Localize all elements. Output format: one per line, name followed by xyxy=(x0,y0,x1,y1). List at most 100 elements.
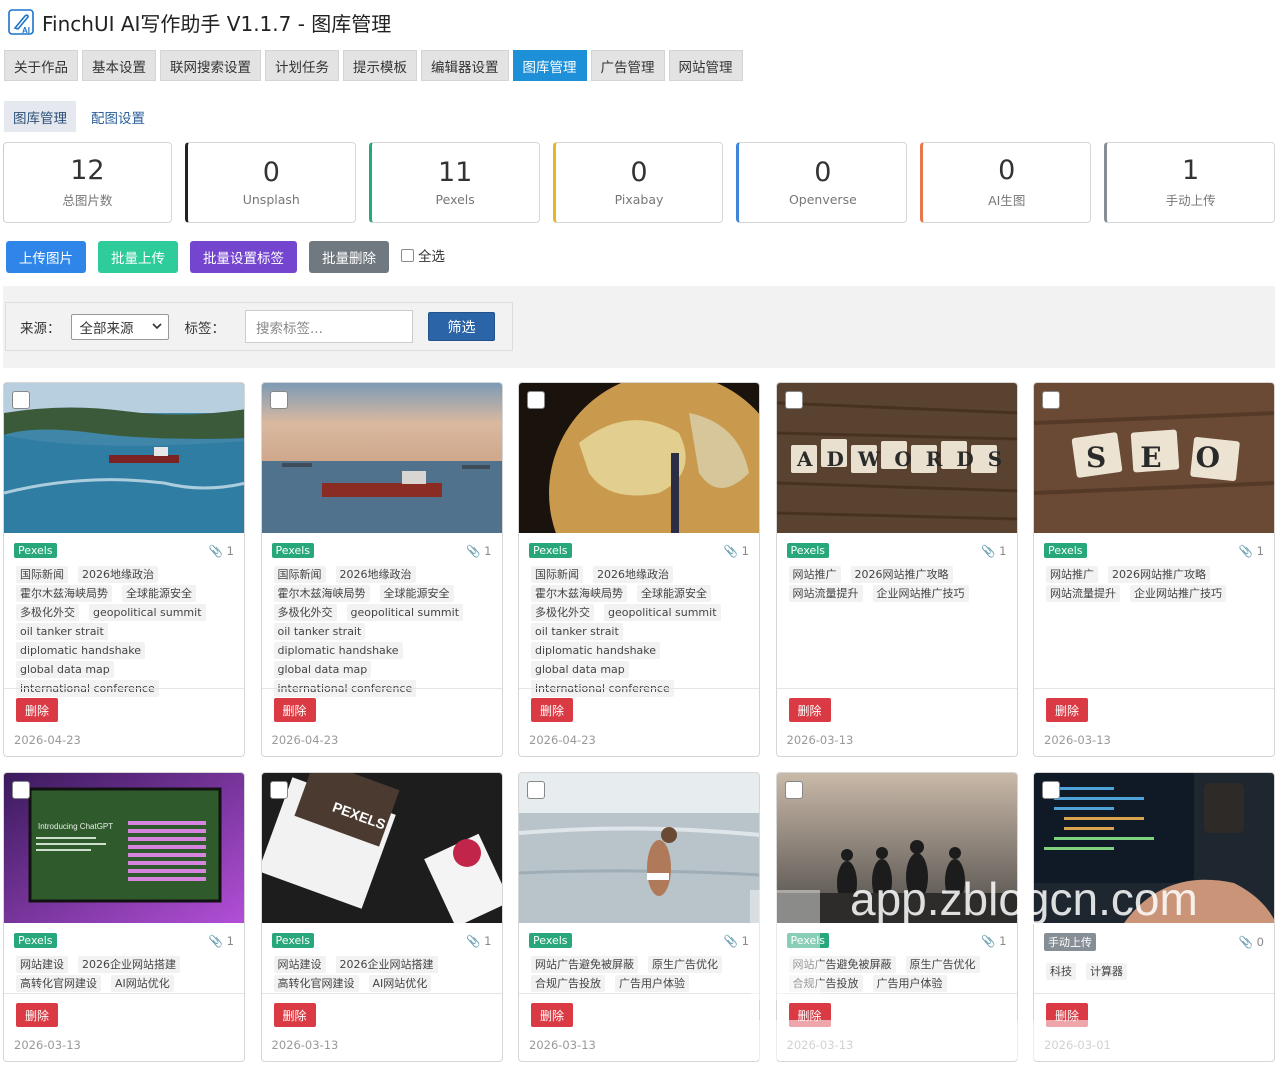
tag: 网站流量提升 xyxy=(788,585,863,602)
tab-prompt-templates[interactable]: 提示模板 xyxy=(343,50,417,81)
stat-ai-image: 0 AI生图 xyxy=(920,142,1092,223)
image-card: Pexels 📎 1 国际新闻 2026地缘政治 霍尔木兹海峡局势 全球能源安全… xyxy=(518,382,760,757)
tag: 国际新闻 xyxy=(16,566,68,583)
image-card: Pexels 📎 1 国际新闻 2026地缘政治 霍尔木兹海峡局势 全球能源安全… xyxy=(260,382,503,757)
delete-button[interactable]: 删除 xyxy=(273,698,316,722)
stats-row: 12 总图片数 0 Unsplash 11 Pexels 0 Pixabay 0… xyxy=(3,142,1276,223)
tag-list: 国际新闻 2026地缘政治 霍尔木兹海峡局势 全球能源安全 多极化外交 geop… xyxy=(519,558,759,697)
image-grid: Pexels 📎 1 国际新闻 2026地缘政治 霍尔木兹海峡局势 全球能源安全… xyxy=(3,382,1275,1062)
stat-number: 1 xyxy=(1181,155,1200,187)
usage-count: 📎 1 xyxy=(209,544,234,558)
delete-button[interactable]: 删除 xyxy=(16,1003,59,1027)
filter-button[interactable]: 筛选 xyxy=(428,312,495,341)
tab-schedule[interactable]: 计划任务 xyxy=(265,50,339,81)
batch-delete-button[interactable]: 批量删除 xyxy=(309,241,389,273)
card-image[interactable] xyxy=(261,383,502,533)
sub-tabs: 图库管理 配图设置 xyxy=(4,101,154,132)
card-image[interactable] xyxy=(1034,773,1274,923)
card-meta: Pexels 📎 1 xyxy=(262,923,502,948)
paperclip-icon: 📎 xyxy=(466,543,481,558)
stat-manual-upload: 1 手动上传 xyxy=(1104,142,1276,223)
card-footer: 删除 2026-03-13 xyxy=(776,993,1017,1061)
tag: geopolitical summit xyxy=(346,604,464,621)
tab-about[interactable]: 关于作品 xyxy=(4,50,78,81)
subtab-gallery[interactable]: 图库管理 xyxy=(4,101,76,132)
stat-label: 手动上传 xyxy=(1165,192,1216,208)
select-all[interactable]: 全选 xyxy=(401,245,445,265)
tag: geopolitical summit xyxy=(89,604,206,621)
tag: 网站推广 xyxy=(788,566,841,583)
card-checkbox[interactable] xyxy=(269,781,288,799)
tag-list: 网站建设 2026企业网站搭建 高转化官网建设 AI网站优化 xyxy=(262,948,502,992)
card-meta: Pexels 📎 1 xyxy=(777,533,1017,558)
card-checkbox[interactable] xyxy=(784,781,803,799)
card-image[interactable]: ADWORDS xyxy=(776,383,1017,533)
upload-image-button[interactable]: 上传图片 xyxy=(6,241,86,273)
source-badge: Pexels xyxy=(14,543,57,558)
tag-search-input[interactable]: 搜索标签... xyxy=(245,310,413,343)
card-image[interactable]: PEXELS xyxy=(261,773,502,923)
delete-button[interactable]: 删除 xyxy=(1046,698,1089,722)
source-select[interactable]: 全部来源 xyxy=(70,313,169,340)
card-checkbox[interactable] xyxy=(527,391,545,409)
tab-gallery[interactable]: 图库管理 xyxy=(512,50,587,81)
paperclip-icon: 📎 xyxy=(723,543,739,558)
image-card: Pexels 📎 1 网站广告避免被屏蔽 原生广告优化 合规广告投放 广告用户体… xyxy=(775,772,1018,1062)
tab-ads[interactable]: 广告管理 xyxy=(590,50,665,81)
card-image[interactable] xyxy=(519,773,759,923)
tag: 原生广告优化 xyxy=(905,956,980,973)
delete-button[interactable]: 删除 xyxy=(531,1003,574,1027)
tab-sites[interactable]: 网站管理 xyxy=(668,50,743,81)
card-image[interactable]: SEO xyxy=(1034,383,1274,533)
delete-button[interactable]: 删除 xyxy=(273,1003,316,1027)
card-checkbox[interactable] xyxy=(12,391,30,409)
card-checkbox[interactable] xyxy=(12,781,30,799)
card-image[interactable]: Introducing ChatGPT xyxy=(4,773,244,923)
subtab-image-settings[interactable]: 配图设置 xyxy=(82,101,154,132)
tag: 高转化官网建设 xyxy=(273,975,359,992)
upload-date: 2026-03-13 xyxy=(529,1038,596,1052)
delete-button[interactable]: 删除 xyxy=(1046,1003,1089,1027)
card-image[interactable] xyxy=(776,773,1017,923)
usage-count-value: 1 xyxy=(226,933,234,948)
delete-button[interactable]: 删除 xyxy=(531,698,574,722)
delete-button[interactable]: 删除 xyxy=(788,698,831,722)
main-tabs: 关于作品 基本设置 联网搜索设置 计划任务 提示模板 编辑器设置 图库管理 广告… xyxy=(4,50,743,81)
paperclip-icon: 📎 xyxy=(208,933,224,948)
card-checkbox[interactable] xyxy=(1042,391,1060,409)
delete-button[interactable]: 删除 xyxy=(788,1003,831,1027)
tag: diplomatic handshake xyxy=(273,642,403,659)
card-checkbox[interactable] xyxy=(784,391,803,409)
tag: AI网站优化 xyxy=(368,975,432,992)
delete-button[interactable]: 删除 xyxy=(16,698,59,722)
tag: 多极化外交 xyxy=(531,604,594,621)
card-checkbox[interactable] xyxy=(527,781,545,799)
tab-basic-settings[interactable]: 基本设置 xyxy=(82,50,156,81)
tag: global data map xyxy=(16,661,114,678)
stat-total: 12 总图片数 xyxy=(3,142,172,223)
paperclip-icon: 📎 xyxy=(208,543,224,558)
tag: 2026企业网站搭建 xyxy=(78,956,180,973)
card-checkbox[interactable] xyxy=(269,391,288,409)
usage-count-value: 1 xyxy=(741,933,749,948)
tag: 网站建设 xyxy=(273,956,326,973)
select-all-checkbox[interactable] xyxy=(401,248,414,262)
tag: 多极化外交 xyxy=(273,604,337,621)
card-meta: Pexels 📎 1 xyxy=(262,533,502,558)
tag: 2026企业网站搭建 xyxy=(335,956,438,973)
card-image[interactable] xyxy=(4,383,244,533)
app-title-bar: AI FinchUI AI写作助手 V1.1.7 - 图库管理 xyxy=(8,6,391,38)
usage-count: 📎 1 xyxy=(981,544,1006,558)
tag: 全球能源安全 xyxy=(637,585,711,602)
tab-editor-settings[interactable]: 编辑器设置 xyxy=(421,50,509,81)
card-checkbox[interactable] xyxy=(1042,781,1060,799)
batch-tag-button[interactable]: 批量设置标签 xyxy=(190,241,297,273)
card-meta: Pexels 📎 1 xyxy=(4,923,244,948)
tab-web-search[interactable]: 联网搜索设置 xyxy=(160,50,261,81)
card-image[interactable] xyxy=(519,383,759,533)
tag: global data map xyxy=(273,661,372,678)
batch-upload-button[interactable]: 批量上传 xyxy=(98,241,178,273)
tag-list: 网站推广 2026网站推广攻略 网站流量提升 企业网站推广技巧 xyxy=(1034,558,1274,602)
card-meta: Pexels 📎 1 xyxy=(777,923,1017,948)
card-footer: 删除 2026-03-13 xyxy=(519,993,759,1061)
